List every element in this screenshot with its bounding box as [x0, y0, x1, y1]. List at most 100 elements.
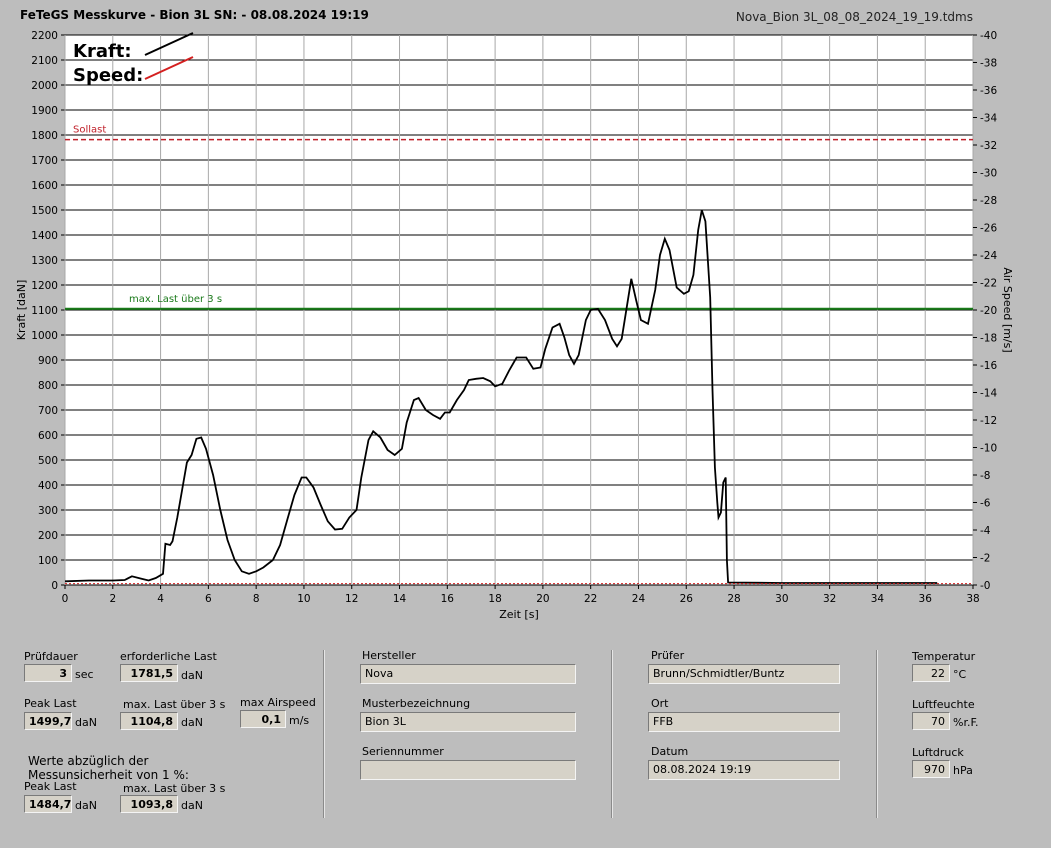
peak-last-corr-unit: daN: [75, 799, 97, 812]
x-tick-label: 20: [536, 593, 549, 605]
datum-field[interactable]: 08.08.2024 19:19: [648, 760, 840, 780]
divider-3: [876, 650, 878, 818]
legend-label-1: Speed:: [73, 65, 143, 86]
werte-line1: Werte abzüglich der: [28, 754, 149, 768]
reference-label-1: max. Last über 3 s: [129, 294, 222, 305]
erf-last-label: erforderliche Last: [120, 650, 217, 663]
peak-last-corr-label: Peak Last: [24, 780, 77, 793]
datum-label: Datum: [651, 745, 689, 758]
x-tick-label: 38: [966, 593, 979, 605]
y-tick-label-left: 700: [38, 405, 58, 417]
x-tick-label: 2: [109, 593, 116, 605]
x-tick-label: 32: [823, 593, 836, 605]
pruefer-label: Prüfer: [651, 649, 685, 662]
ort-label: Ort: [651, 697, 669, 710]
y-tick-label-left: 1600: [31, 180, 58, 192]
y-tick-label-left: 1800: [31, 130, 58, 142]
x-tick-label: 0: [62, 593, 69, 605]
y-tick-label-left: 500: [38, 455, 58, 467]
y-tick-label-right: -22: [980, 278, 997, 290]
max-last-corr-unit: daN: [181, 799, 203, 812]
y-tick-label-right: -16: [980, 360, 997, 372]
seriennummer-field[interactable]: [360, 760, 576, 780]
x-tick-label: 26: [680, 593, 694, 605]
y-tick-label-left: 1400: [31, 230, 58, 242]
ort-field[interactable]: FFB: [648, 712, 840, 732]
x-tick-label: 16: [441, 593, 455, 605]
max-last-field[interactable]: 1104,8: [120, 712, 178, 730]
pruefdauer-field[interactable]: 3: [24, 664, 72, 682]
y-tick-label-right: -8: [980, 470, 990, 482]
max-last-label: max. Last über 3 s: [123, 698, 226, 711]
x-tick-label: 8: [253, 593, 260, 605]
y-tick-label-left: 1500: [31, 205, 58, 217]
x-tick-label: 6: [205, 593, 212, 605]
max-last-corr-field[interactable]: 1093,8: [120, 795, 178, 813]
y-tick-label-left: 100: [38, 555, 58, 567]
temperatur-field[interactable]: 22: [912, 664, 950, 682]
x-tick-label: 4: [157, 593, 164, 605]
x-tick-label: 30: [775, 593, 788, 605]
y-tick-label-right: -26: [980, 223, 997, 235]
luftdruck-unit: hPa: [953, 764, 973, 777]
luftfeuchte-unit: %r.F.: [953, 716, 979, 729]
peak-last-unit: daN: [75, 716, 97, 729]
luftfeuchte-field[interactable]: 70: [912, 712, 950, 730]
max-airspeed-label: max Airspeed: [240, 696, 316, 709]
x-tick-label: 10: [297, 593, 310, 605]
force-chart: 0100200300400500600700800900100011001200…: [15, 30, 1014, 621]
y-tick-label-right: -12: [980, 415, 997, 427]
hersteller-field[interactable]: Nova: [360, 664, 576, 684]
pruefdauer-label: Prüfdauer: [24, 650, 78, 663]
y-tick-label-left: 0: [51, 580, 58, 592]
y-tick-label-left: 1700: [31, 155, 58, 167]
x-tick-label: 22: [584, 593, 597, 605]
temperatur-unit: °C: [953, 668, 967, 681]
musterbezeichnung-field[interactable]: Bion 3L: [360, 712, 576, 732]
divider-1: [323, 650, 325, 818]
y-tick-label-left: 1200: [31, 280, 58, 292]
max-last-corr-label: max. Last über 3 s: [123, 782, 226, 795]
x-tick-label: 12: [345, 593, 358, 605]
x-axis-label: Zeit [s]: [499, 608, 538, 621]
y-tick-label-left: 900: [38, 355, 58, 367]
musterbezeichnung-label: Musterbezeichnung: [362, 697, 471, 710]
peak-last-field[interactable]: 1499,7: [24, 712, 72, 730]
y-tick-label-right: -36: [980, 85, 997, 97]
legend-label-0: Kraft:: [73, 41, 132, 62]
y-tick-label-left: 400: [38, 480, 58, 492]
y-tick-label-right: -4: [980, 525, 991, 537]
luftdruck-field[interactable]: 970: [912, 760, 950, 778]
y-tick-label-left: 200: [38, 530, 58, 542]
luftdruck-label: Luftdruck: [912, 746, 964, 759]
y-axis-label-right: Air Speed [m/s]: [1001, 267, 1014, 352]
y-tick-label-right: -14: [980, 388, 997, 400]
x-tick-label: 28: [727, 593, 740, 605]
y-tick-label-right: -28: [980, 195, 997, 207]
max-airspeed-unit: m/s: [289, 714, 310, 727]
peak-last-corr-field[interactable]: 1484,7: [24, 795, 72, 813]
y-tick-label-left: 2000: [31, 80, 58, 92]
peak-last-label: Peak Last: [24, 697, 77, 710]
y-tick-label-left: 1000: [31, 330, 58, 342]
x-tick-label: 14: [393, 593, 407, 605]
y-tick-label-right: -6: [980, 498, 991, 510]
y-tick-label-right: -38: [980, 58, 997, 70]
temperatur-label: Temperatur: [912, 650, 976, 663]
y-tick-label-right: -40: [980, 30, 997, 42]
divider-2: [611, 650, 613, 818]
y-tick-label-right: -34: [980, 113, 997, 125]
y-tick-label-right: -24: [980, 250, 997, 262]
y-tick-label-left: 600: [38, 430, 58, 442]
max-airspeed-field[interactable]: 0,1: [240, 710, 286, 728]
luftfeuchte-label: Luftfeuchte: [912, 698, 975, 711]
y-tick-label-left: 800: [38, 380, 58, 392]
y-tick-label-left: 2200: [31, 30, 58, 42]
x-tick-label: 36: [919, 593, 933, 605]
erf-last-field[interactable]: 1781,5: [120, 664, 178, 682]
y-tick-label-left: 1300: [31, 255, 58, 267]
pruefer-field[interactable]: Brunn/Schmidtler/Buntz: [648, 664, 840, 684]
seriennummer-label: Seriennummer: [362, 745, 444, 758]
pruefdauer-unit: sec: [75, 668, 94, 681]
max-last-unit: daN: [181, 716, 203, 729]
